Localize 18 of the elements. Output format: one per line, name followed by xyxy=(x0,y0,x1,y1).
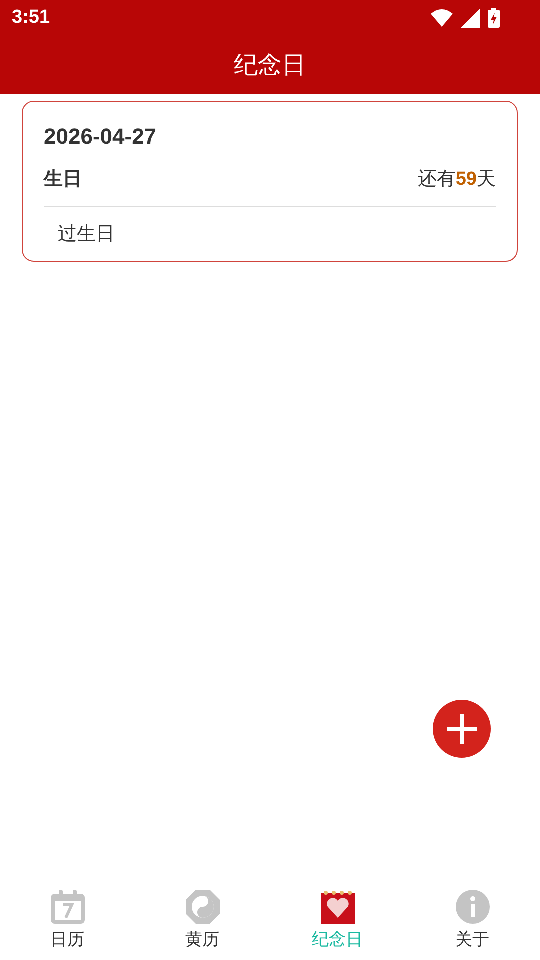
plus-icon xyxy=(445,712,479,746)
wifi-icon xyxy=(431,9,453,27)
nav-tab[interactable]: 关于 xyxy=(405,882,540,952)
event-note: 过生日 xyxy=(57,222,116,247)
nav-tab[interactable]: 日历 xyxy=(0,882,135,952)
event-card[interactable]: 2026-04-27 生日 还有59天 过生日 xyxy=(22,101,518,262)
calendar-icon xyxy=(50,890,86,924)
status-time: 3:51 xyxy=(12,7,50,29)
heart-calendar-icon xyxy=(320,890,354,924)
page-title: 纪念日 xyxy=(234,50,306,81)
nav-tab[interactable]: 黄历 xyxy=(135,882,270,952)
event-name: 生日 xyxy=(44,167,82,192)
signal-icon xyxy=(461,8,480,28)
battery-icon xyxy=(488,8,500,28)
event-date: 2026-04-27 xyxy=(44,124,158,150)
info-icon xyxy=(456,890,490,924)
countdown-text: 还有59天 xyxy=(418,167,496,192)
yin-yang-icon xyxy=(186,890,220,924)
